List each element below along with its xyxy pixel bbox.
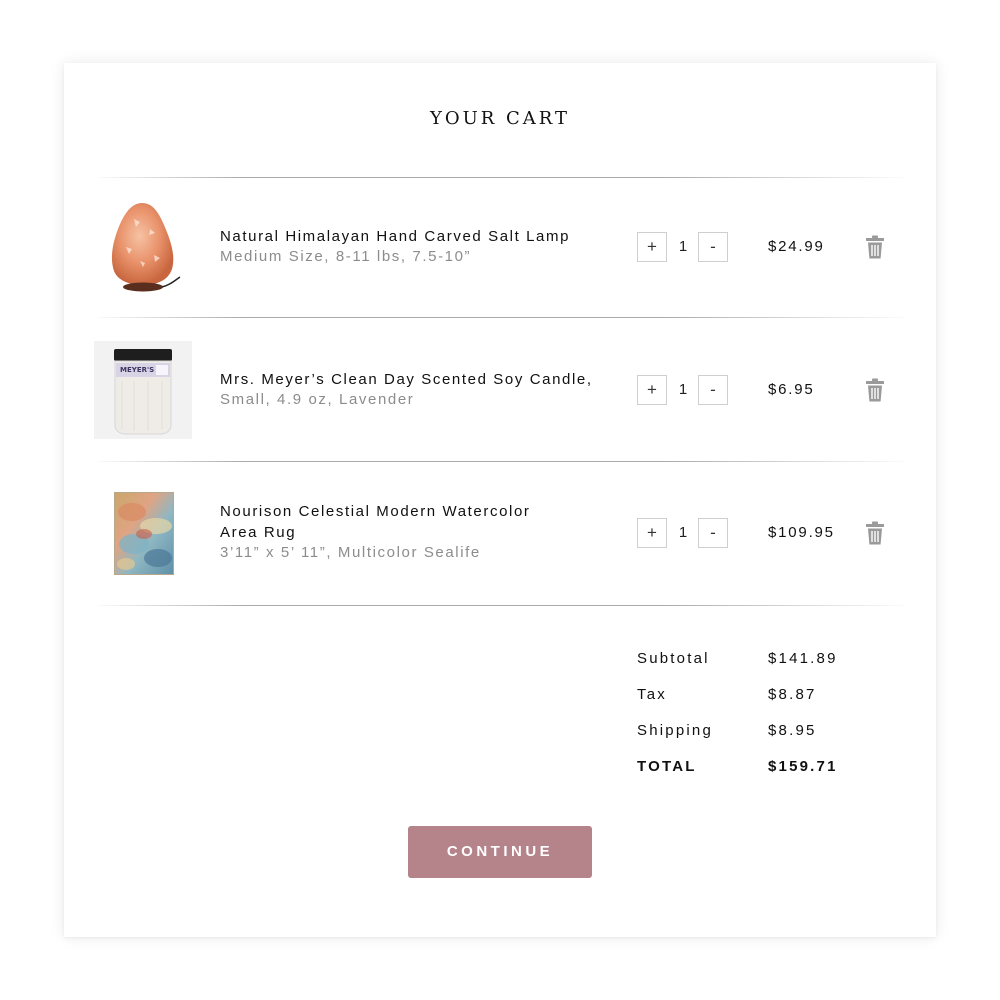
item-name: Mrs. Meyer’s Clean Day Scented Soy Candl… [220,371,593,388]
item-price: $109.95 [768,524,835,541]
shipping-value: $8.95 [768,722,817,739]
divider [98,605,904,606]
cart-item-candle: MEYER'S Mrs. Meyer’s Clean Day Scented S… [0,317,1000,457]
increase-quantity-button[interactable]: + [637,375,667,405]
quantity-value: 1 [678,381,688,398]
item-price: $6.95 [768,381,815,398]
quantity-value: 1 [678,238,688,255]
quantity-value: 1 [678,524,688,541]
item-description: Small, 4.9 oz, Lavender [220,391,415,408]
subtotal-label: Subtotal [637,650,710,667]
tax-label: Tax [637,686,667,703]
trash-icon[interactable] [865,378,885,402]
item-name-line: Area Rug [220,524,297,541]
total-label: TOTAL [637,758,697,775]
total-value: $159.71 [768,758,838,775]
item-name: Nourison Celestial Modern Watercolor Are… [220,501,530,543]
decrease-quantity-button[interactable]: - [698,518,728,548]
item-price: $24.99 [768,238,825,255]
item-description: 3’11” x 5’ 11”, Multicolor Sealife [220,544,481,561]
shipping-label: Shipping [637,722,713,739]
decrease-quantity-button[interactable]: - [698,232,728,262]
item-name: Natural Himalayan Hand Carved Salt Lamp [220,228,571,245]
trash-icon[interactable] [865,521,885,545]
increase-quantity-button[interactable]: + [637,232,667,262]
candle-image: MEYER'S [94,341,192,439]
page-title: YOUR CART [429,108,571,129]
cart-item-salt-lamp: Natural Himalayan Hand Carved Salt Lamp … [0,177,1000,317]
candle-label-text: MEYER'S [120,366,154,374]
decrease-quantity-button[interactable]: - [698,375,728,405]
tax-value: $8.87 [768,686,817,703]
continue-button[interactable]: CONTINUE [408,826,592,878]
item-description: Medium Size, 8-11 lbs, 7.5-10” [220,248,472,265]
trash-icon[interactable] [865,235,885,259]
cart-item-rug: Nourison Celestial Modern Watercolor Are… [0,461,1000,601]
item-name-line: Nourison Celestial Modern Watercolor [220,503,531,520]
rug-image [114,492,174,575]
increase-quantity-button[interactable]: + [637,518,667,548]
salt-lamp-image [104,199,184,295]
subtotal-value: $141.89 [768,650,838,667]
